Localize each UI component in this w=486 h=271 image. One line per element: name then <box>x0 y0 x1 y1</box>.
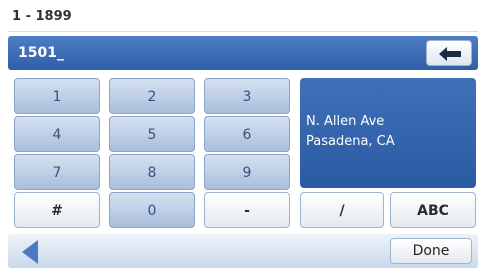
entered-number: 1501_ <box>18 45 64 61</box>
address-suggestion[interactable]: N. Allen Ave Pasadena, CA <box>300 78 476 188</box>
key-slash[interactable]: / <box>300 192 384 228</box>
key-abc[interactable]: ABC <box>390 192 476 228</box>
number-range-label: 1 - 1899 <box>8 4 478 32</box>
key-dash[interactable]: - <box>204 192 290 228</box>
key-0[interactable]: 0 <box>109 192 195 228</box>
key-5[interactable]: 5 <box>109 116 195 152</box>
back-button[interactable] <box>22 240 40 268</box>
key-2[interactable]: 2 <box>109 78 195 114</box>
numeric-keypad: 1 2 3 4 5 6 7 8 9 N. Allen Ave Pasadena,… <box>8 74 478 232</box>
key-4[interactable]: 4 <box>14 116 100 152</box>
key-hash[interactable]: # <box>14 192 100 228</box>
bottom-toolbar: Done <box>8 234 478 268</box>
key-8[interactable]: 8 <box>109 154 195 190</box>
backspace-button[interactable] <box>426 40 472 66</box>
key-1[interactable]: 1 <box>14 78 100 114</box>
suggestion-city: Pasadena, CA <box>306 134 395 149</box>
key-3[interactable]: 3 <box>204 78 290 114</box>
address-number-entry-screen: 1 - 1899 1501_ 1 2 3 4 5 6 7 8 9 N. Alle… <box>0 0 486 271</box>
number-entry-bar: 1501_ <box>8 36 478 70</box>
key-7[interactable]: 7 <box>14 154 100 190</box>
back-triangle-icon <box>22 240 38 264</box>
key-6[interactable]: 6 <box>204 116 290 152</box>
done-button[interactable]: Done <box>390 238 472 264</box>
key-9[interactable]: 9 <box>204 154 290 190</box>
suggestion-street: N. Allen Ave <box>306 114 385 129</box>
left-arrow-icon <box>439 47 461 61</box>
